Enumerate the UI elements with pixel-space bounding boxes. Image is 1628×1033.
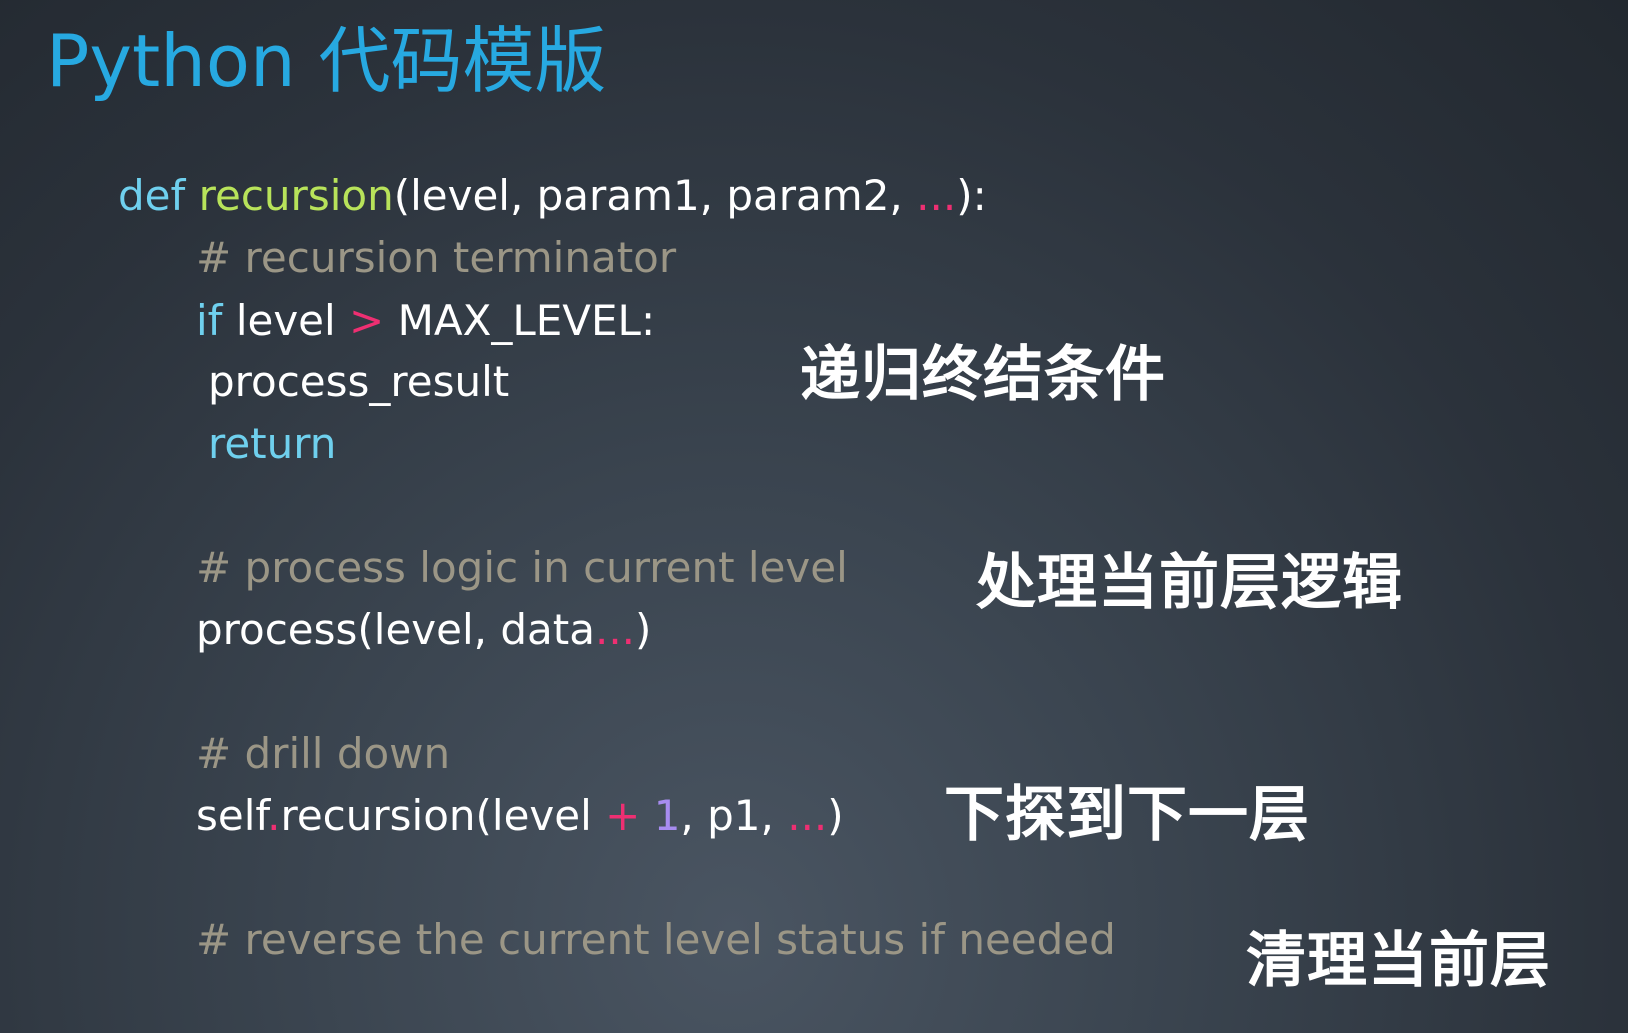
recursion-call: recursion(level (280, 791, 606, 840)
comment-drill-down: # drill down (196, 729, 451, 778)
comment-process-logic: # process logic in current level (196, 543, 848, 592)
keyword-def: def (118, 171, 186, 220)
params-ellipsis: ... (916, 171, 957, 220)
code-line-process: process(level, data...) (196, 604, 651, 656)
operator-plus: + (605, 791, 641, 840)
code-line-recursive-call: self.recursion(level + 1, p1, ...) (196, 790, 844, 842)
operator-gt: > (349, 296, 385, 345)
comment-reverse-status: # reverse the current level status if ne… (196, 915, 1116, 964)
function-name: recursion (198, 171, 394, 220)
keyword-return: return (208, 419, 337, 468)
condition-right: MAX_LEVEL: (384, 296, 656, 345)
annotation-terminator: 递归终结条件 (800, 340, 1166, 410)
call-ellipsis: ... (787, 791, 828, 840)
process-ellipsis: ... (594, 605, 636, 654)
dot-operator: . (267, 791, 281, 840)
page-title: Python 代码模版 (46, 19, 607, 103)
condition-left: level (222, 296, 350, 345)
code-line-def: def recursion(level, param1, param2, ...… (118, 170, 987, 222)
comment-terminator: # recursion terminator (196, 233, 677, 282)
number-one: 1 (653, 791, 681, 840)
function-params: (level, param1, param2, (393, 171, 917, 220)
process-end: ) (635, 605, 652, 654)
code-line-process-result: process_result (208, 357, 510, 406)
call-end: ) (827, 791, 844, 840)
annotation-drill: 下探到下一层 (944, 780, 1310, 850)
annotation-cleanup: 清理当前层 (1246, 926, 1551, 996)
self-keyword: self (196, 791, 268, 840)
keyword-if: if (196, 296, 223, 345)
annotation-process: 处理当前层逻辑 (976, 548, 1403, 618)
process-call: process(level, data (196, 605, 595, 654)
code-line-if: if level > MAX_LEVEL: (196, 295, 655, 347)
call-args: , p1, (680, 791, 788, 840)
def-end: ): (956, 171, 987, 220)
